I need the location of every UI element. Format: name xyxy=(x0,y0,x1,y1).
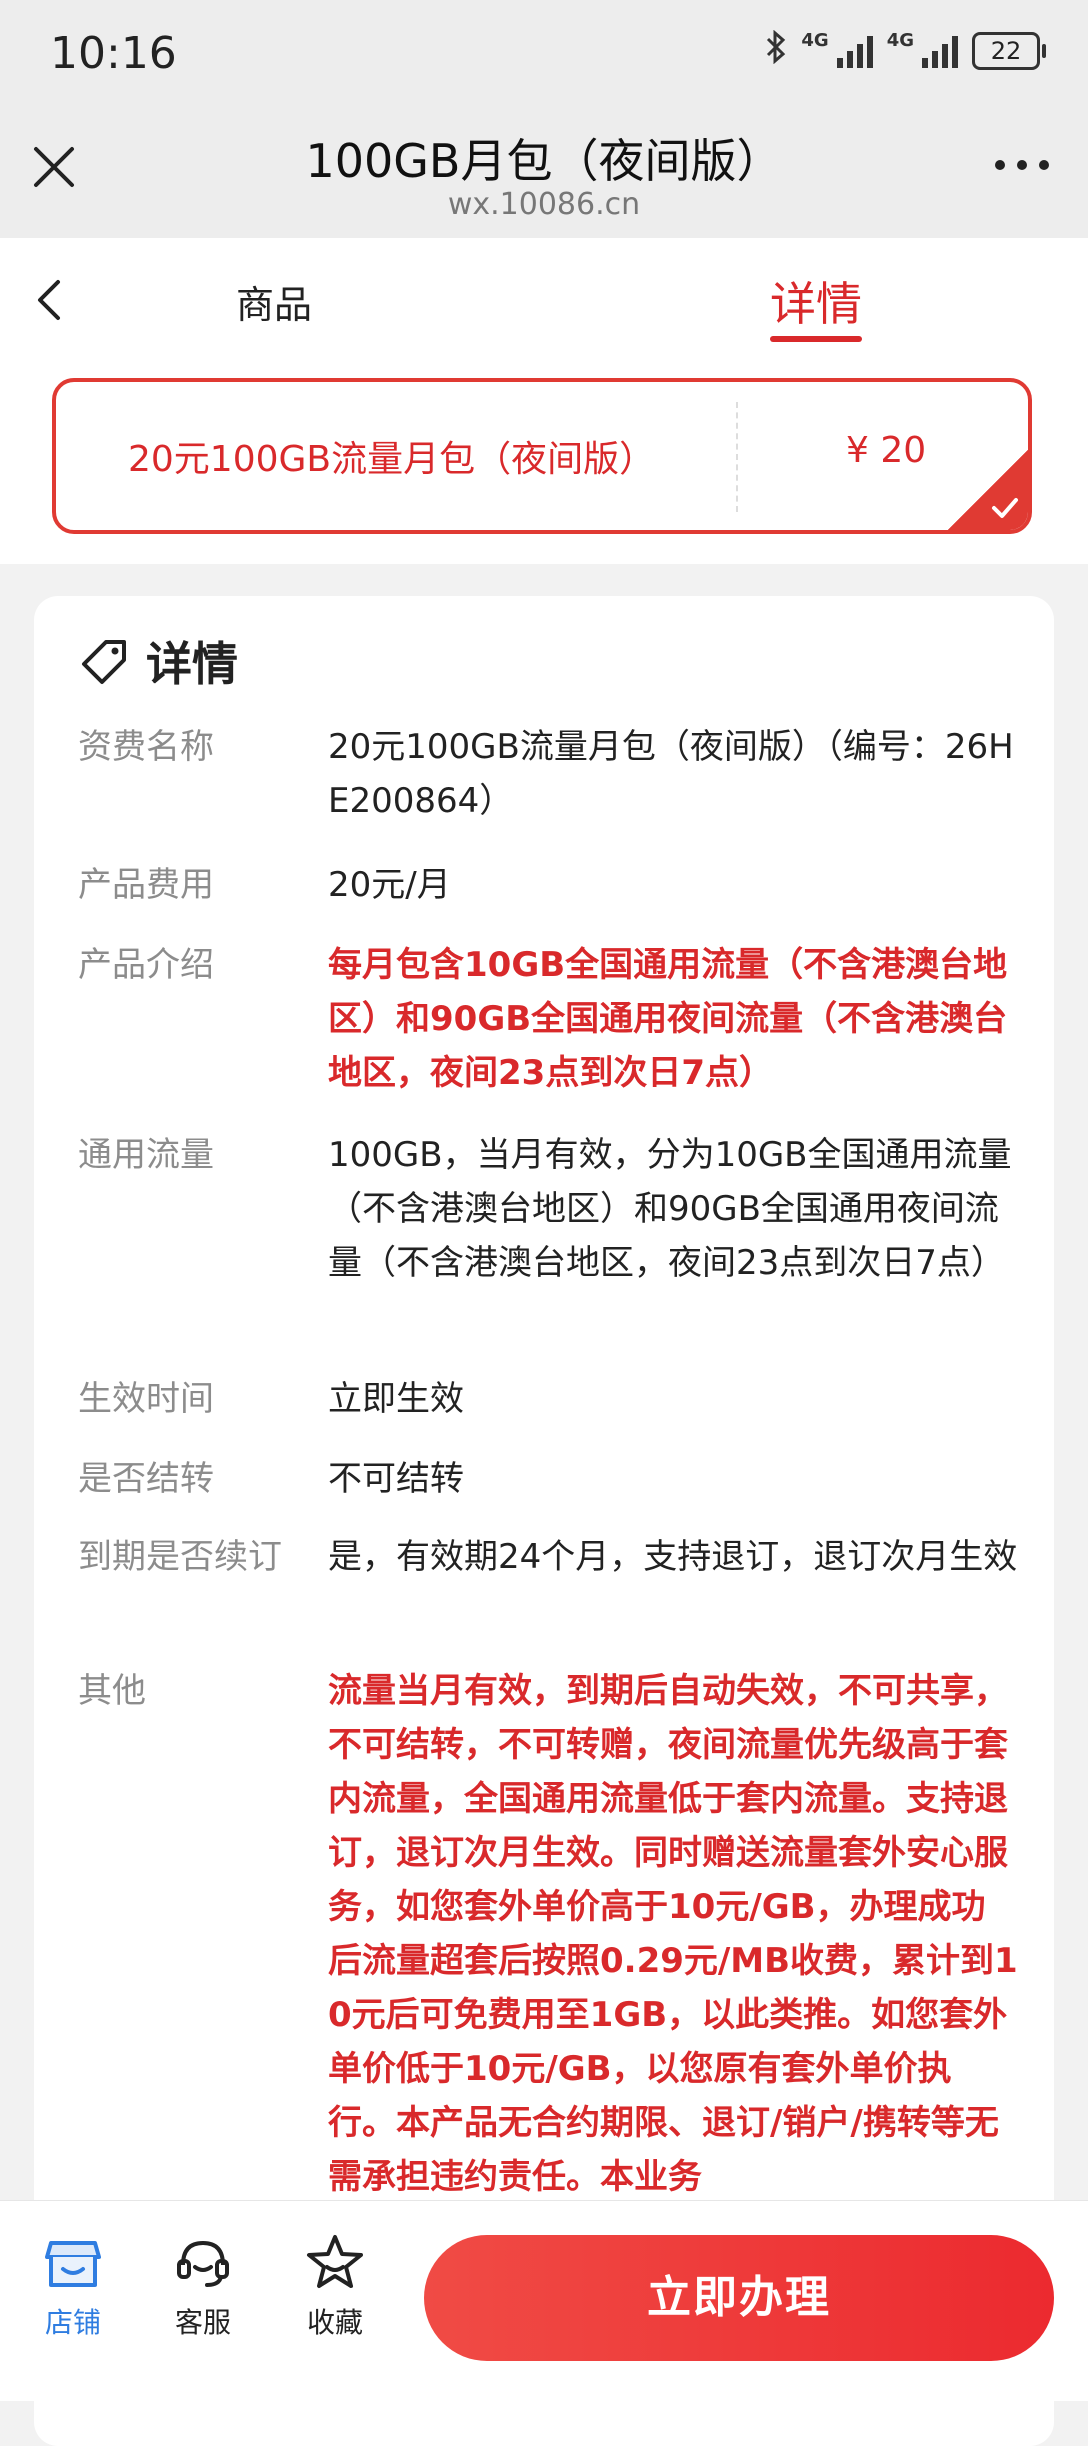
detail-row-label: 产品费用 xyxy=(78,865,214,905)
detail-row-label: 资费名称 xyxy=(78,727,214,767)
detail-row-label: 到期是否续订 xyxy=(78,1537,282,1577)
product-price: ¥ 20 xyxy=(846,430,927,471)
customer-service-label: 客服 xyxy=(174,2306,231,2339)
bottom-action-bar: 店铺 客服 收藏 立即办理 xyxy=(0,2200,1088,2401)
detail-row-value: 每月包含10GB全国通用流量（不含港澳台地区）和90GB全国通用夜间流量（不含港… xyxy=(328,945,1008,1093)
product-area: 20元100GB流量月包（夜间版） ¥ 20 xyxy=(0,364,1088,564)
status-icons: 4G 4G 22 xyxy=(765,29,1046,72)
detail-row-value: 是，有效期24个月，支持退订，退订次月生效 xyxy=(328,1537,1018,1577)
favorite-label: 收藏 xyxy=(306,2306,363,2339)
status-time: 10:16 xyxy=(50,28,177,79)
signal2-icon xyxy=(922,34,958,68)
signal1-icon xyxy=(836,34,873,68)
headset-icon xyxy=(177,2240,229,2287)
page-title: 100GB月包（夜间版） xyxy=(305,134,783,188)
product-option-card[interactable]: 20元100GB流量月包（夜间版） ¥ 20 xyxy=(52,378,1032,534)
detail-row-value: 20元100GB流量月包（夜间版）（编号：26HE200864） xyxy=(328,727,1014,821)
customer-service-button[interactable]: 客服 xyxy=(148,2231,258,2341)
detail-row-value: 20元/月 xyxy=(328,865,451,905)
detail-title: 详情 xyxy=(146,637,238,691)
detail-card: 详情 资费名称 20元100GB流量月包（夜间版）（编号：26HE200864）… xyxy=(34,596,1054,2446)
more-icon[interactable] xyxy=(992,145,1052,185)
detail-row-label: 生效时间 xyxy=(78,1379,214,1419)
signal2-label: 4G xyxy=(886,30,914,51)
card-divider xyxy=(736,402,738,512)
battery-icon: 22 xyxy=(972,32,1046,70)
tag-icon xyxy=(78,634,132,688)
tab-active-indicator xyxy=(770,336,862,342)
status-bar: 10:16 4G 4G 22 xyxy=(0,0,1088,115)
detail-row-value: 不可结转 xyxy=(328,1459,464,1499)
star-icon xyxy=(307,2235,363,2288)
detail-header: 详情 xyxy=(78,626,238,696)
detail-row-value: 流量当月有效，到期后自动失效，不可共享，不可结转，不可转赠，夜间流量优先级高于套… xyxy=(328,1671,1018,2197)
signal1-label: 4G xyxy=(801,30,829,51)
detail-row-label: 通用流量 xyxy=(78,1135,214,1175)
back-icon[interactable] xyxy=(30,276,70,324)
store-label: 店铺 xyxy=(44,2306,101,2339)
detail-row-value: 100GB，当月有效，分为10GB全国通用流量（不含港澳台地区）和90GB全国通… xyxy=(328,1135,1012,1283)
tab-detail[interactable]: 详情 xyxy=(770,268,862,334)
title-bar: 100GB月包（夜间版） wx.10086.cn xyxy=(0,115,1088,238)
apply-now-button[interactable]: 立即办理 xyxy=(424,2235,1054,2361)
detail-row-label: 是否结转 xyxy=(78,1459,214,1499)
detail-row-label: 产品介绍 xyxy=(78,945,214,985)
bluetooth-icon xyxy=(765,29,787,72)
detail-row-label: 其他 xyxy=(78,1671,146,1711)
store-button[interactable]: 店铺 xyxy=(18,2231,128,2341)
product-name: 20元100GB流量月包（夜间版） xyxy=(128,439,656,480)
page-url: wx.10086.cn xyxy=(447,187,641,222)
store-icon xyxy=(45,2241,101,2287)
check-icon xyxy=(988,494,1022,522)
tab-bar: 商品 详情 xyxy=(0,238,1088,364)
detail-row-value: 立即生效 xyxy=(328,1379,464,1419)
tab-goods[interactable]: 商品 xyxy=(236,274,312,329)
favorite-button[interactable]: 收藏 xyxy=(280,2231,390,2341)
